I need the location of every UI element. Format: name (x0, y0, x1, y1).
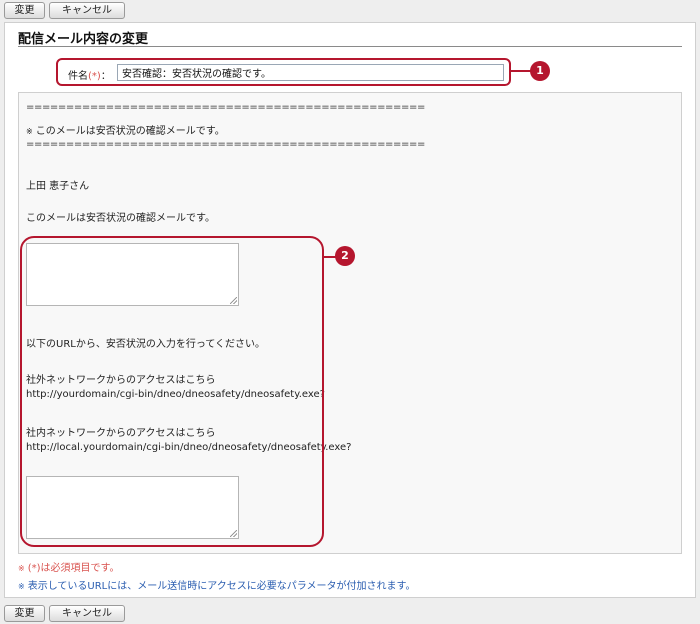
page-title: 配信メール内容の変更 (18, 32, 149, 47)
body-header-line: ※ このメールは安否状況の確認メールです。 (26, 122, 225, 137)
callout-2-badge: 2 (335, 246, 355, 266)
required-note: ※ (*)は必須項目です。 (18, 559, 120, 574)
cancel-button-bottom[interactable]: キャンセル (49, 605, 125, 622)
url-note-text: 表示しているURLには、メール送信時にアクセスに必要なパラメータが付加されます。 (27, 581, 416, 592)
url-parameter-note: ※ 表示しているURLには、メール送信時にアクセスに必要なパラメータが付加されます… (18, 577, 415, 592)
callout-1-leader (511, 70, 531, 72)
separator-line-top: ========================================… (26, 102, 425, 113)
header-note-mark: ※ (26, 127, 33, 136)
separator-line-bottom: ========================================… (26, 139, 425, 150)
url-note-mark: ※ (18, 582, 25, 591)
callout-1-badge: 1 (530, 61, 550, 81)
cancel-button-top[interactable]: キャンセル (49, 2, 125, 19)
required-note-text: (*)は必須項目です。 (27, 563, 120, 574)
body-header-text: このメールは安否状況の確認メールです。 (35, 126, 225, 137)
callout-1-frame (56, 58, 511, 86)
change-button-top[interactable]: 変更 (4, 2, 45, 19)
recipient-name: 上田 恵子さん (26, 181, 90, 192)
change-button-bottom[interactable]: 変更 (4, 605, 45, 622)
title-divider (18, 46, 682, 47)
callout-2-frame (20, 236, 324, 547)
body-intro: このメールは安否状況の確認メールです。 (26, 213, 215, 224)
required-note-mark: ※ (18, 564, 25, 573)
